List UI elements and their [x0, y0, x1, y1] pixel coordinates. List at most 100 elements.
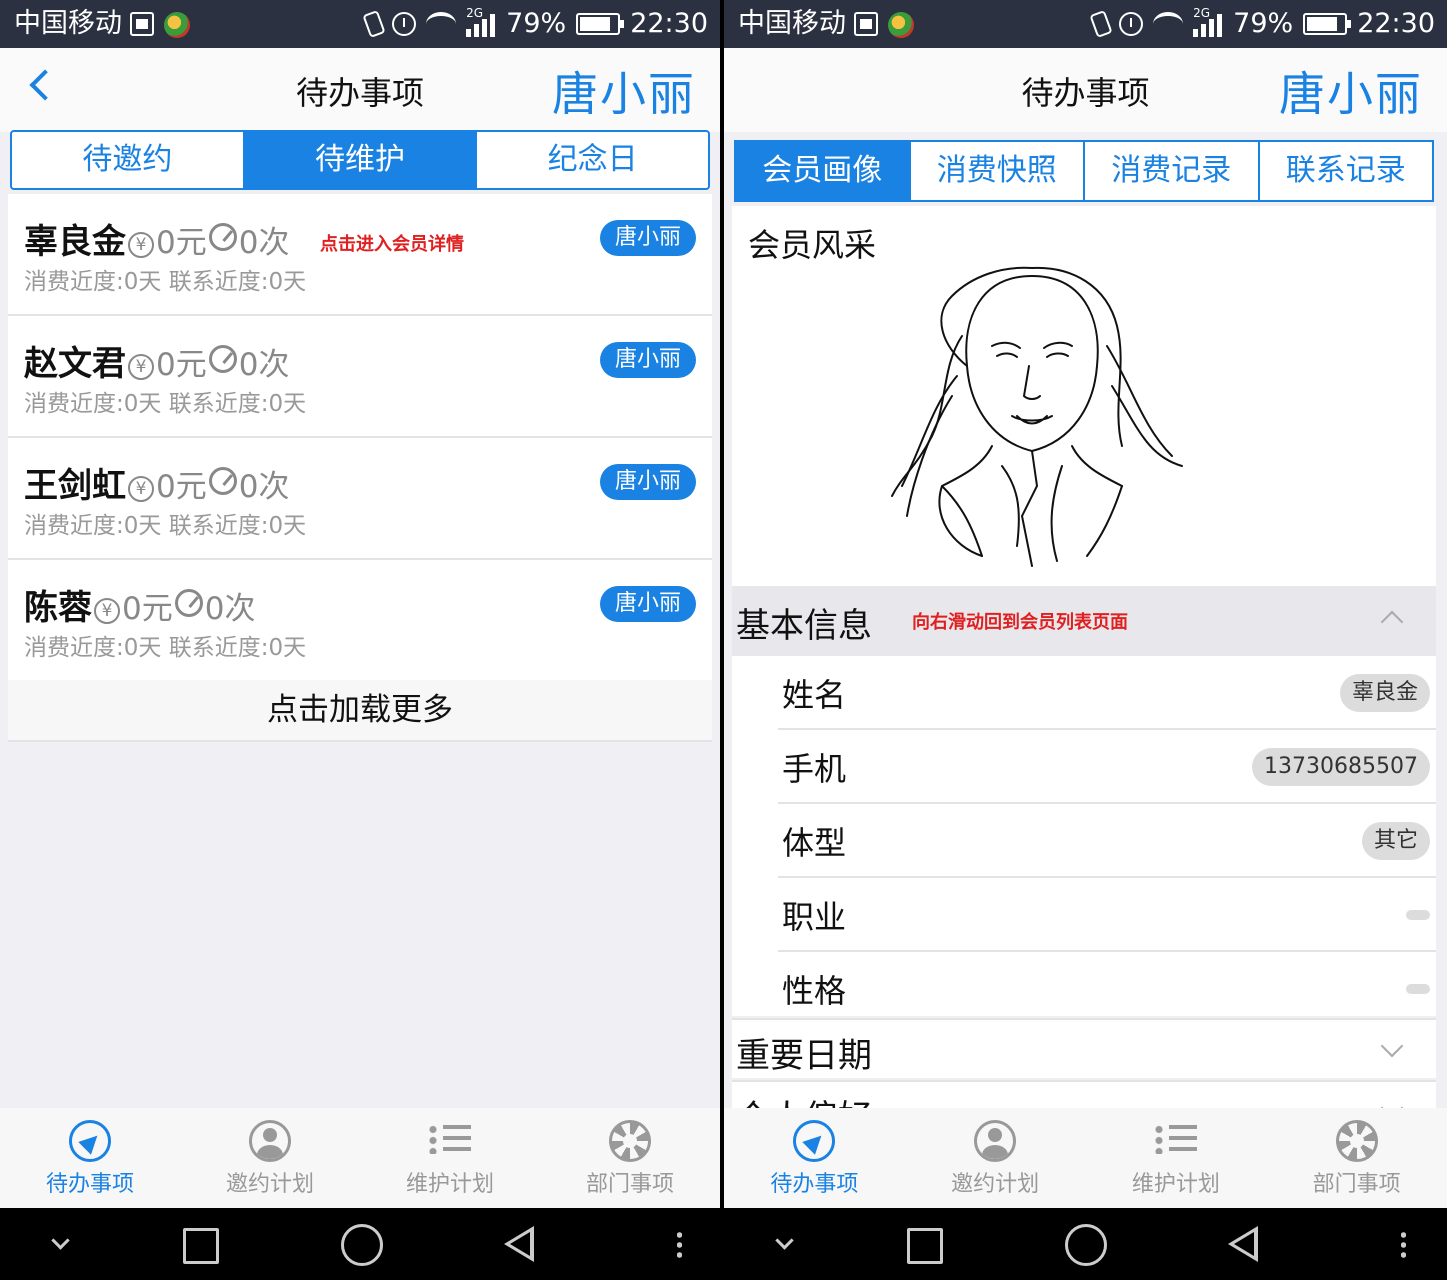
- owner-badge: 唐小丽: [600, 586, 696, 622]
- member-count: 0次: [238, 469, 290, 505]
- info-value: [1406, 910, 1430, 920]
- battery-icon: [1303, 13, 1352, 35]
- list-item[interactable]: 王剑虹 ¥0元 0次 消费近度:0天 联系近度:0天 唐小丽: [8, 438, 712, 560]
- tabbar-department[interactable]: 部门事项: [1266, 1108, 1447, 1208]
- owner-badge: 唐小丽: [600, 342, 696, 378]
- tabbar-maintenance-plan[interactable]: 维护计划: [1086, 1108, 1267, 1208]
- clock: 22:30: [1357, 8, 1435, 39]
- wifi-icon: [1153, 12, 1184, 36]
- vibrate-icon: [1089, 9, 1113, 39]
- info-row-name: 姓名 辜良金: [732, 656, 1436, 730]
- tabbar-label: 维护计划: [405, 1172, 494, 1197]
- carrier-label: 中国移动: [738, 8, 846, 39]
- current-user-name[interactable]: 唐小丽: [552, 58, 696, 124]
- status-bar: 中国移动 2G 79% 22:30: [0, 0, 720, 48]
- basic-info-header[interactable]: 基本信息 向右滑动回到会员列表页面: [732, 586, 1436, 656]
- chevron-up-icon: [1380, 610, 1404, 634]
- member-recency: 消费近度:0天 联系近度:0天: [24, 391, 307, 417]
- member-name: 陈蓉: [24, 588, 92, 628]
- yuan-coin-icon: ¥: [94, 598, 120, 624]
- visit-count-icon: [208, 223, 237, 251]
- member-recency: 消费近度:0天 联系近度:0天: [24, 635, 307, 661]
- tabbar-label: 部门事项: [585, 1172, 674, 1197]
- android-nav-bar: [724, 1208, 1447, 1280]
- carrier-label: 中国移动: [14, 8, 122, 39]
- battery-percent: 79%: [1233, 8, 1294, 39]
- visit-count-icon: [208, 467, 237, 495]
- info-label: 体型: [782, 824, 847, 862]
- basic-info-list: 姓名 辜良金 手机 13730685507 体型 其它 职业 性格: [732, 656, 1436, 1016]
- app-notification-icon: [888, 12, 914, 38]
- tab-consumption-records[interactable]: 消费记录: [1085, 142, 1260, 200]
- info-value: [1406, 984, 1430, 994]
- member-amount: 0元: [156, 347, 207, 383]
- load-more-button[interactable]: 点击加载更多: [8, 680, 712, 742]
- info-row-personality: 性格: [732, 952, 1436, 1016]
- app-header: 待办事项 唐小丽: [0, 48, 720, 132]
- signal-icon: 2G: [466, 7, 496, 37]
- tab-pending-maintenance[interactable]: 待维护: [244, 132, 478, 188]
- member-photo-card: 会员风采: [732, 206, 1436, 586]
- info-row-phone: 手机 13730685507: [732, 730, 1436, 804]
- sim-icon: [130, 12, 154, 36]
- tabbar-label: 维护计划: [1131, 1172, 1220, 1197]
- current-user-name[interactable]: 唐小丽: [1279, 58, 1423, 124]
- vibrate-icon: [362, 9, 386, 39]
- member-detail-screen: 中国移动 2G 79% 22:30 待办事项 唐小丽 会员画像 消费快照 消费记…: [724, 0, 1447, 1280]
- member-name: 王剑虹: [24, 466, 126, 506]
- tab-pending-invite[interactable]: 待邀约: [12, 132, 245, 188]
- tabbar-invite-plan[interactable]: 邀约计划: [180, 1108, 360, 1208]
- info-label: 职业: [782, 898, 847, 936]
- owner-badge: 唐小丽: [600, 464, 696, 500]
- info-label: 性格: [782, 972, 847, 1010]
- tabbar-todo[interactable]: 待办事项: [0, 1108, 180, 1208]
- member-count: 0次: [238, 225, 290, 261]
- navigation-icon: [793, 1120, 836, 1162]
- visit-count-icon: [208, 345, 237, 373]
- network-type-label: 2G: [1193, 6, 1211, 20]
- info-label: 姓名: [782, 676, 847, 714]
- list-item[interactable]: 辜良金 ¥0元 0次 点击进入会员详情 消费近度:0天 联系近度:0天 唐小丽: [8, 194, 712, 316]
- yuan-coin-icon: ¥: [128, 354, 154, 380]
- battery-percent: 79%: [506, 8, 567, 39]
- tabbar-label: 待办事项: [770, 1172, 859, 1197]
- app-notification-icon: [164, 12, 190, 38]
- member-photo-label: 会员风采: [748, 226, 877, 264]
- alarm-icon: [1119, 12, 1144, 36]
- member-count: 0次: [204, 591, 256, 627]
- list-icon: [1154, 1120, 1197, 1162]
- todo-tabs: 待邀约 待维护 纪念日: [10, 130, 710, 190]
- tabbar-label: 部门事项: [1312, 1172, 1401, 1197]
- network-type-label: 2G: [466, 6, 484, 20]
- tabbar-label: 邀约计划: [951, 1172, 1040, 1197]
- member-amount: 0元: [156, 469, 207, 505]
- member-name: 辜良金: [24, 222, 126, 262]
- tabbar-invite-plan[interactable]: 邀约计划: [905, 1108, 1086, 1208]
- list-item[interactable]: 赵文君 ¥0元 0次 消费近度:0天 联系近度:0天 唐小丽: [8, 316, 712, 438]
- signal-icon: 2G: [1193, 7, 1223, 37]
- tab-anniversary[interactable]: 纪念日: [477, 132, 708, 188]
- yuan-coin-icon: ¥: [128, 476, 154, 502]
- tab-member-profile[interactable]: 会员画像: [736, 142, 911, 200]
- important-dates-header[interactable]: 重要日期: [732, 1018, 1436, 1078]
- swipe-hint-annotation: 向右滑动回到会员列表页面: [912, 612, 1128, 633]
- member-list: 辜良金 ¥0元 0次 点击进入会员详情 消费近度:0天 联系近度:0天 唐小丽 赵文…: [8, 194, 712, 682]
- info-row-occupation: 职业: [732, 878, 1436, 952]
- clock: 22:30: [630, 8, 708, 39]
- list-item[interactable]: 陈蓉 ¥0元 0次 消费近度:0天 联系近度:0天 唐小丽: [8, 560, 712, 682]
- tab-contact-records[interactable]: 联系记录: [1260, 142, 1433, 200]
- tabbar-department[interactable]: 部门事项: [540, 1108, 720, 1208]
- person-icon: [249, 1120, 291, 1162]
- member-list-screen: 中国移动 2G 79% 22:30 待办事项 唐小丽 待邀约 待维护 纪念日 辜…: [0, 0, 720, 1280]
- info-label: 手机: [782, 750, 847, 788]
- shutter-icon: [609, 1120, 651, 1162]
- tabbar-todo[interactable]: 待办事项: [724, 1108, 905, 1208]
- tab-consumption-snapshot[interactable]: 消费快照: [911, 142, 1085, 200]
- shutter-icon: [1335, 1120, 1378, 1162]
- member-amount: 0元: [156, 225, 207, 261]
- info-value: 辜良金: [1339, 674, 1430, 712]
- info-row-body-type: 体型 其它: [732, 804, 1436, 878]
- tabbar-maintenance-plan[interactable]: 维护计划: [360, 1108, 540, 1208]
- info-value[interactable]: 13730685507: [1252, 748, 1430, 786]
- tap-hint-annotation: 点击进入会员详情: [320, 234, 464, 255]
